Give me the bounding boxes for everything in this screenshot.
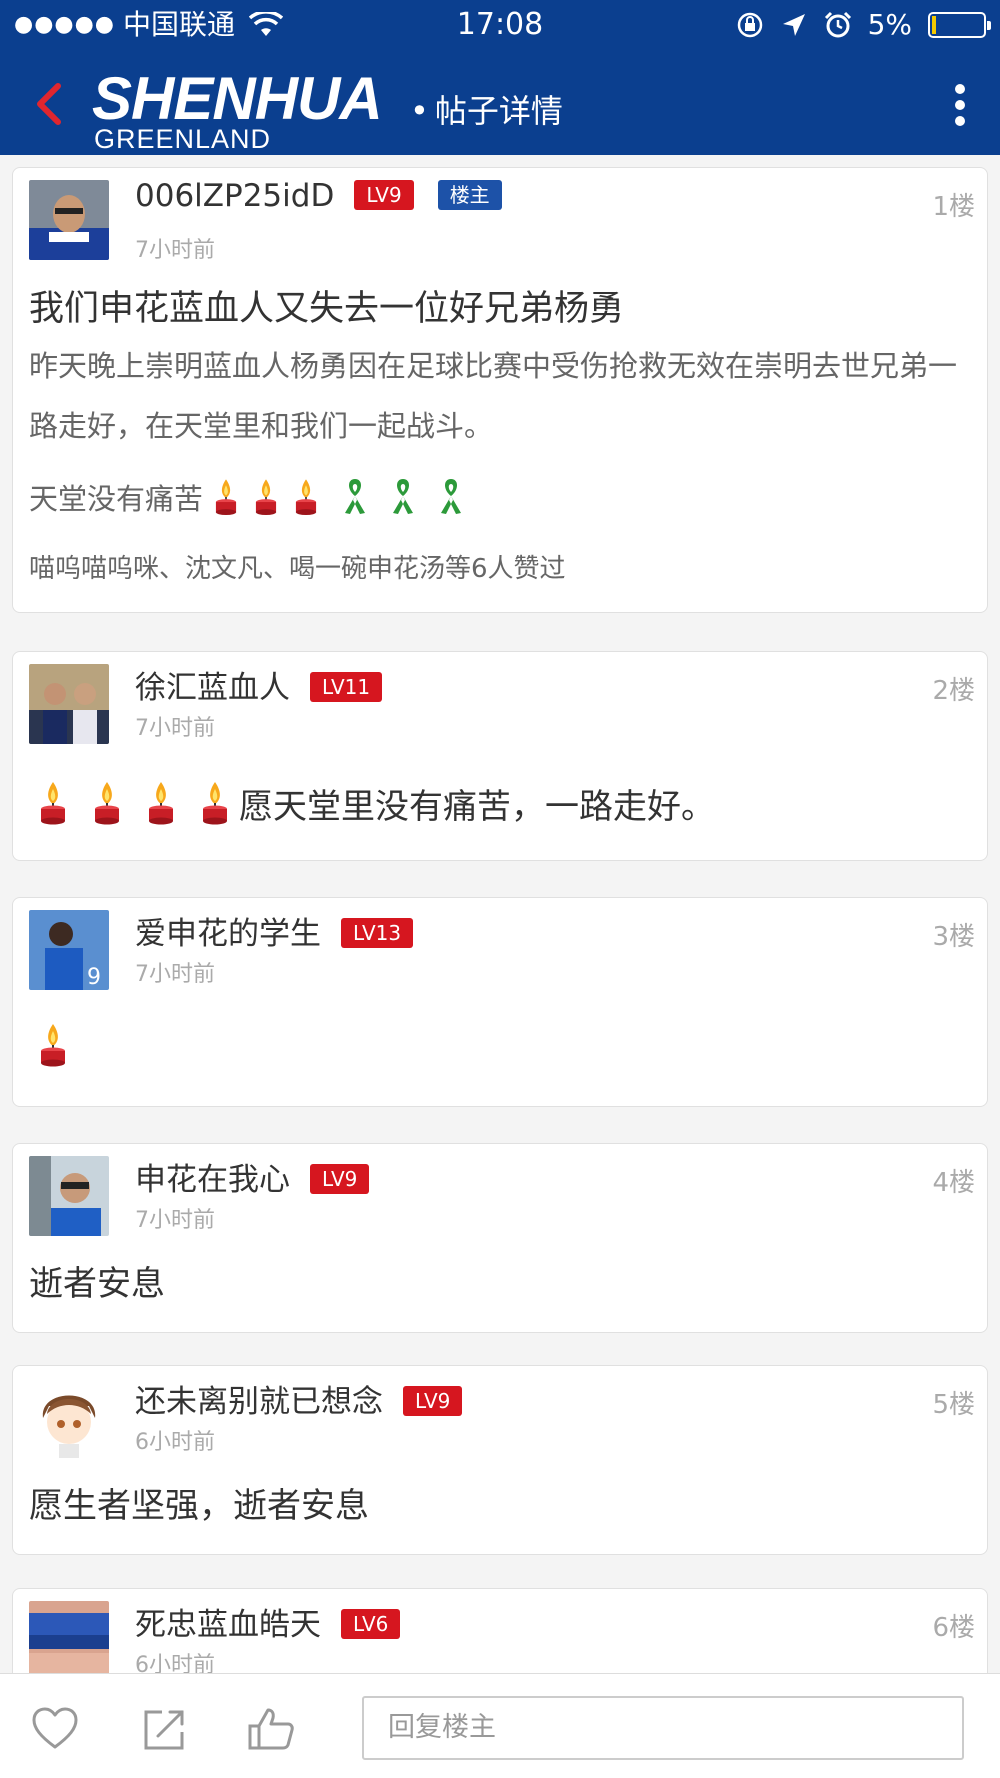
svg-text:9: 9 (87, 965, 101, 990)
reply-text: 愿天堂里没有痛苦，一路走好。 (239, 786, 715, 827)
level-badge: LV9 (310, 1163, 370, 1194)
post-time: 7小时前 (135, 1208, 215, 1233)
candle-icon (41, 1024, 65, 1067)
post-body: 昨天晚上崇明蓝血人杨勇因在足球比赛中受伤抢救无效在崇明去世兄弟一路走好，在天堂里… (29, 349, 958, 443)
reply-text: 逝者安息 (29, 1264, 165, 1304)
post-time: 6小时前 (135, 1653, 215, 1673)
rotation-lock-icon (737, 12, 762, 38)
reply-card: 死忠蓝血皓天 LV6 6小时前 6楼 (12, 1588, 988, 1673)
candle-icon (203, 782, 227, 825)
avatar[interactable] (29, 1156, 109, 1236)
floor-number: 1楼 (932, 192, 975, 222)
bottom-action-bar: 回复楼主 (0, 1673, 1000, 1778)
post-time: 7小时前 (135, 962, 215, 987)
reply-input[interactable]: 回复楼主 (362, 1696, 964, 1760)
shenhua-logo: SHENHUA GREENLAND (92, 64, 412, 154)
avatar-image (29, 1601, 109, 1673)
app-header: ●●●●● 中国联通 17:08 5% SHENHUA GREENLAND • … (0, 0, 1000, 155)
thumbs-up-icon[interactable] (246, 1704, 296, 1754)
status-bar: ●●●●● 中国联通 17:08 5% (0, 0, 1000, 50)
post-time: 7小时前 (135, 238, 215, 263)
more-dot-icon (955, 100, 965, 110)
location-arrow-icon (782, 14, 805, 36)
back-arrow-icon[interactable] (26, 74, 76, 134)
green-ribbon-icon (441, 479, 462, 514)
floor-number: 3楼 (932, 922, 975, 952)
reply-card: 徐汇蓝血人 LV11 7小时前 2楼 愿天堂里没有痛苦，一路走好。 (12, 651, 988, 861)
nav-bar: SHENHUA GREENLAND 帖子详情 (0, 60, 1000, 155)
share-icon[interactable] (140, 1704, 190, 1754)
avatar-image (29, 1156, 109, 1236)
reply-card: 9 爱申花的学生 LV13 7小时前 3楼 (12, 897, 988, 1107)
more-dot-icon (955, 84, 965, 94)
avatar-image: 9 (29, 910, 109, 990)
reply-card: 申花在我心 LV9 7小时前 4楼 逝者安息 (12, 1143, 988, 1333)
battery-level-fill (932, 16, 936, 34)
candle-icon (149, 782, 173, 825)
avatar-image (29, 664, 109, 744)
username-text: 申花在我心 (135, 1162, 290, 1198)
username[interactable]: 徐汇蓝血人 LV11 (135, 662, 383, 707)
battery-percent: 5% (867, 8, 912, 41)
username-text: 006lZP25idD (135, 178, 335, 214)
floor-number: 4楼 (932, 1168, 975, 1198)
post-title: 我们申花蓝血人又失去一位好兄弟杨勇 (29, 289, 625, 329)
username-text: 爱申花的学生 (135, 916, 321, 952)
candle-icon (215, 479, 237, 516)
emoji-group (209, 476, 467, 518)
floor-number: 5楼 (932, 1390, 975, 1420)
post-time: 6小时前 (135, 1430, 215, 1455)
username-text: 还未离别就已想念 (135, 1384, 383, 1420)
more-menu-button[interactable] (940, 80, 980, 130)
floor-number: 6楼 (932, 1613, 975, 1643)
reply-card: 还未离别就已想念 LV9 6小时前 5楼 愿生者坚强，逝者安息 (12, 1365, 988, 1555)
username[interactable]: 006lZP25idD LV9 楼主 (135, 178, 502, 214)
floor-number: 2楼 (932, 676, 975, 706)
post-emoji-line: 天堂没有痛苦 (29, 476, 471, 518)
post-line-text: 天堂没有痛苦 (29, 482, 204, 516)
level-badge: LV6 (341, 1608, 401, 1639)
candle-icon (255, 479, 277, 516)
likes-summary[interactable]: 喵呜喵呜咪、沈文凡、喝一碗申花汤等6人赞过 (29, 548, 566, 585)
avatar[interactable] (29, 1378, 109, 1458)
avatar[interactable] (29, 180, 109, 260)
status-right: 5% (736, 0, 991, 50)
candle-icon (41, 782, 65, 825)
logo-subtitle: GREENLAND (94, 124, 272, 154)
avatar-image (29, 1378, 109, 1458)
more-dot-icon (955, 116, 965, 126)
candle-icon (95, 782, 119, 825)
username[interactable]: 死忠蓝血皓天 LV6 (135, 1599, 401, 1644)
green-ribbon-icon (345, 479, 366, 514)
level-badge: LV9 (403, 1385, 463, 1416)
reply-content (33, 1020, 73, 1070)
username-text: 死忠蓝血皓天 (135, 1607, 321, 1643)
reply-content: 愿天堂里没有痛苦，一路走好。 (33, 778, 715, 828)
avatar[interactable] (29, 1601, 109, 1673)
reply-content: 愿生者坚强，逝者安息 (29, 1478, 369, 1527)
heart-icon[interactable] (30, 1704, 80, 1754)
post-time: 7小时前 (135, 716, 215, 741)
post-card: 006lZP25idD LV9 楼主 7小时前 1楼 我们申花蓝血人又失去一位好兄弟… (12, 167, 988, 613)
avatar[interactable]: 9 (29, 910, 109, 990)
avatar-image (29, 180, 109, 260)
alarm-icon (824, 11, 851, 38)
reply-text: 愿生者坚强，逝者安息 (29, 1486, 369, 1526)
battery-icon (928, 12, 991, 38)
avatar[interactable] (29, 664, 109, 744)
green-ribbon-icon (393, 479, 414, 514)
post-feed[interactable]: 006lZP25idD LV9 楼主 7小时前 1楼 我们申花蓝血人又失去一位好兄弟… (0, 155, 1000, 1673)
level-badge: LV11 (310, 671, 383, 702)
username-text: 徐汇蓝血人 (135, 670, 290, 706)
candle-icon (295, 479, 317, 516)
username[interactable]: 爱申花的学生 LV13 (135, 908, 414, 953)
page-title: 帖子详情 (410, 86, 563, 132)
level-badge: LV13 (341, 917, 414, 948)
emoji-group (33, 778, 235, 828)
level-badge: LV9 (354, 179, 414, 210)
host-badge: 楼主 (437, 179, 502, 210)
username[interactable]: 还未离别就已想念 LV9 (135, 1376, 463, 1421)
username[interactable]: 申花在我心 LV9 (135, 1154, 370, 1199)
reply-content: 逝者安息 (29, 1256, 165, 1305)
